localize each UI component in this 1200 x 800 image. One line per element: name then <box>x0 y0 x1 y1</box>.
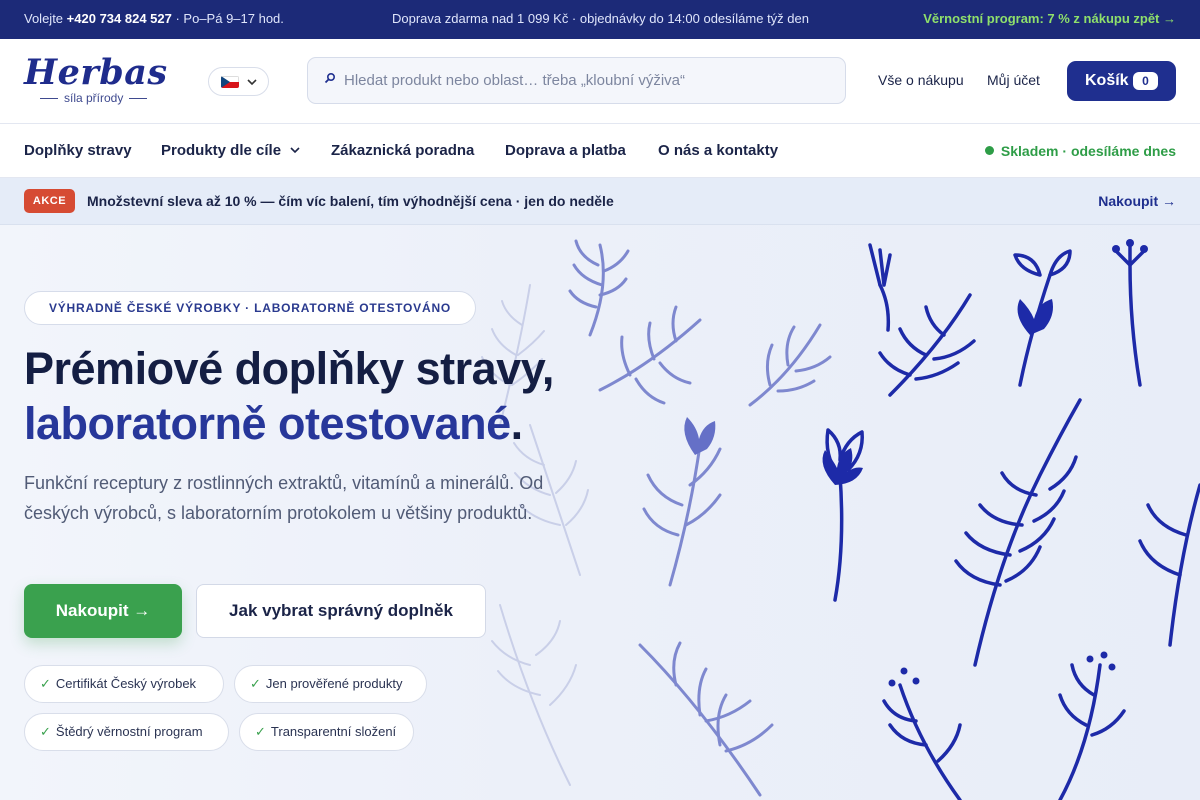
nav-item-customer-advice[interactable]: Zákaznická poradna <box>331 142 474 159</box>
loyalty-link[interactable]: Věrnostní program: 7 % z nákupu zpět → <box>923 11 1176 26</box>
shop-now-button[interactable]: Nakoupit → <box>24 584 182 638</box>
hero-section: VÝHRADNĚ ČESKÉ VÝROBKY · LABORATORNĚ OTE… <box>0 225 1200 800</box>
badge-czech-product: ✓ Certifikát Český výrobek <box>24 665 224 703</box>
logo-wordmark: Herbas <box>24 52 168 93</box>
check-icon: ✓ <box>250 676 261 691</box>
hero-title-line1: Prémiové doplňky stravy, <box>24 343 554 394</box>
logo[interactable]: Herbas síla přírody <box>24 53 167 109</box>
search-box[interactable] <box>307 57 846 104</box>
how-to-choose-button[interactable]: Jak vybrat správný doplněk <box>196 584 486 638</box>
hero-title-line2: laboratorně otestované. <box>24 398 523 449</box>
language-selector[interactable] <box>208 67 269 96</box>
cart-count-badge: 0 <box>1133 72 1158 90</box>
shipping-info: Doprava zdarma nad 1 099 Kč · objednávky… <box>392 11 809 26</box>
site-header: Herbas síla přírody Vše o nákupu Můj úče… <box>0 39 1200 124</box>
shopping-info-link[interactable]: Vše o nákupu <box>878 72 964 88</box>
main-navigation: Doplňky stravy Produkty dle cíle Zákazni… <box>0 124 1200 178</box>
hero-lead-text: Funkční receptury z rostlinných extraktů… <box>24 473 544 523</box>
chevron-down-icon <box>290 147 300 154</box>
promo-bar: AKCE Množstevní sleva až 10 % — čím víc … <box>0 178 1200 225</box>
phone-link[interactable]: +420 734 824 527 <box>67 11 172 26</box>
badge-transparent-composition: ✓ Transparentní složení <box>239 713 414 751</box>
nav-item-about-contacts[interactable]: O nás a kontakty <box>658 142 778 159</box>
search-icon <box>324 72 336 84</box>
account-link[interactable]: Můj účet <box>987 72 1040 88</box>
stock-status: Skladem · odesíláme dnes <box>984 143 1176 159</box>
cart-label: Košík <box>1085 72 1129 89</box>
promo-shop-link[interactable]: Nakoupit → <box>1098 193 1176 209</box>
contact-info: Volejte +420 734 824 527 · Po–Pá 9–17 ho… <box>24 11 284 26</box>
nav-item-products-by-goal[interactable]: Produkty dle cíle <box>161 142 301 159</box>
cart-button[interactable]: Košík 0 <box>1067 61 1176 101</box>
badge-loyalty-program: ✓ Štědrý věrnostní program <box>24 713 229 751</box>
chevron-down-icon <box>247 72 257 95</box>
check-icon: ✓ <box>255 724 266 739</box>
czech-flag-icon <box>221 76 239 88</box>
sale-badge: AKCE <box>24 189 75 213</box>
check-icon: ✓ <box>40 724 51 739</box>
trust-pill: VÝHRADNĚ ČESKÉ VÝROBKY · LABORATORNĚ OTE… <box>24 291 476 325</box>
logo-tagline: síla přírody <box>34 91 153 105</box>
top-info-bar: Volejte +420 734 824 527 · Po–Pá 9–17 ho… <box>0 0 1200 39</box>
botanical-illustration <box>481 239 1200 800</box>
search-input[interactable] <box>344 58 834 103</box>
promo-text: Množstevní sleva až 10 % — čím víc balen… <box>87 193 614 209</box>
nav-item-supplements[interactable]: Doplňky stravy <box>24 142 132 159</box>
status-dot-icon <box>984 146 994 155</box>
badge-verified-products: ✓ Jen prověřené produkty <box>234 665 427 703</box>
check-icon: ✓ <box>40 676 51 691</box>
nav-item-shipping-payment[interactable]: Doprava a platba <box>505 142 626 159</box>
